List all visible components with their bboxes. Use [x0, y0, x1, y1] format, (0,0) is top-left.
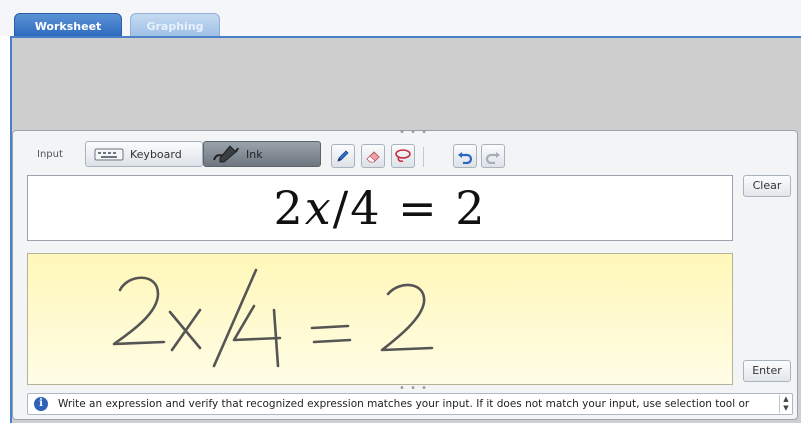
input-toolbar: Input Keyboard Ink: [13, 137, 797, 171]
enter-button[interactable]: Enter: [743, 360, 791, 382]
ink-writing-area[interactable]: [27, 253, 733, 385]
recognized-expression: 2x/4 = 2: [273, 181, 486, 235]
keyboard-icon: [94, 146, 124, 162]
tab-worksheet[interactable]: Worksheet: [14, 13, 122, 37]
redo-button[interactable]: [481, 144, 505, 168]
status-scroll-spinner[interactable]: ▲ ▼: [779, 395, 792, 413]
eraser-icon: [365, 148, 381, 164]
eraser-tool-button[interactable]: [361, 144, 385, 168]
expression-remainder: /4 = 2: [332, 181, 487, 235]
input-label: Input: [37, 149, 63, 160]
ink-label: Ink: [246, 147, 263, 161]
lasso-select-icon: [394, 148, 412, 164]
ink-button[interactable]: Ink: [203, 141, 321, 167]
math-input-panel: • • • Input Keyboard Ink 2x/4 = 2 Clear …: [12, 127, 798, 420]
expression-coefficient: 2: [273, 181, 305, 235]
ink-pen-icon: [212, 144, 240, 164]
toolbar-separator: [423, 147, 424, 167]
keyboard-button[interactable]: Keyboard: [85, 141, 203, 167]
keyboard-label: Keyboard: [130, 147, 182, 161]
tab-graphing[interactable]: Graphing: [130, 13, 220, 37]
status-bar: i Write an expression and verify that re…: [27, 393, 793, 415]
info-icon: i: [34, 397, 48, 411]
pen-icon: [335, 148, 351, 164]
tab-strip: Worksheet Graphing: [0, 0, 801, 37]
pen-tool-button[interactable]: [331, 144, 355, 168]
status-message: Write an expression and verify that reco…: [58, 398, 750, 410]
redo-icon: [485, 148, 501, 164]
handwriting-strokes: [112, 268, 434, 368]
selection-tool-button[interactable]: [391, 144, 415, 168]
expression-variable: x: [304, 181, 333, 235]
recognized-expression-display: 2x/4 = 2: [27, 175, 733, 241]
worksheet-history-area: [12, 38, 801, 130]
clear-button[interactable]: Clear: [743, 175, 791, 197]
undo-button[interactable]: [453, 144, 477, 168]
undo-icon: [457, 148, 473, 164]
